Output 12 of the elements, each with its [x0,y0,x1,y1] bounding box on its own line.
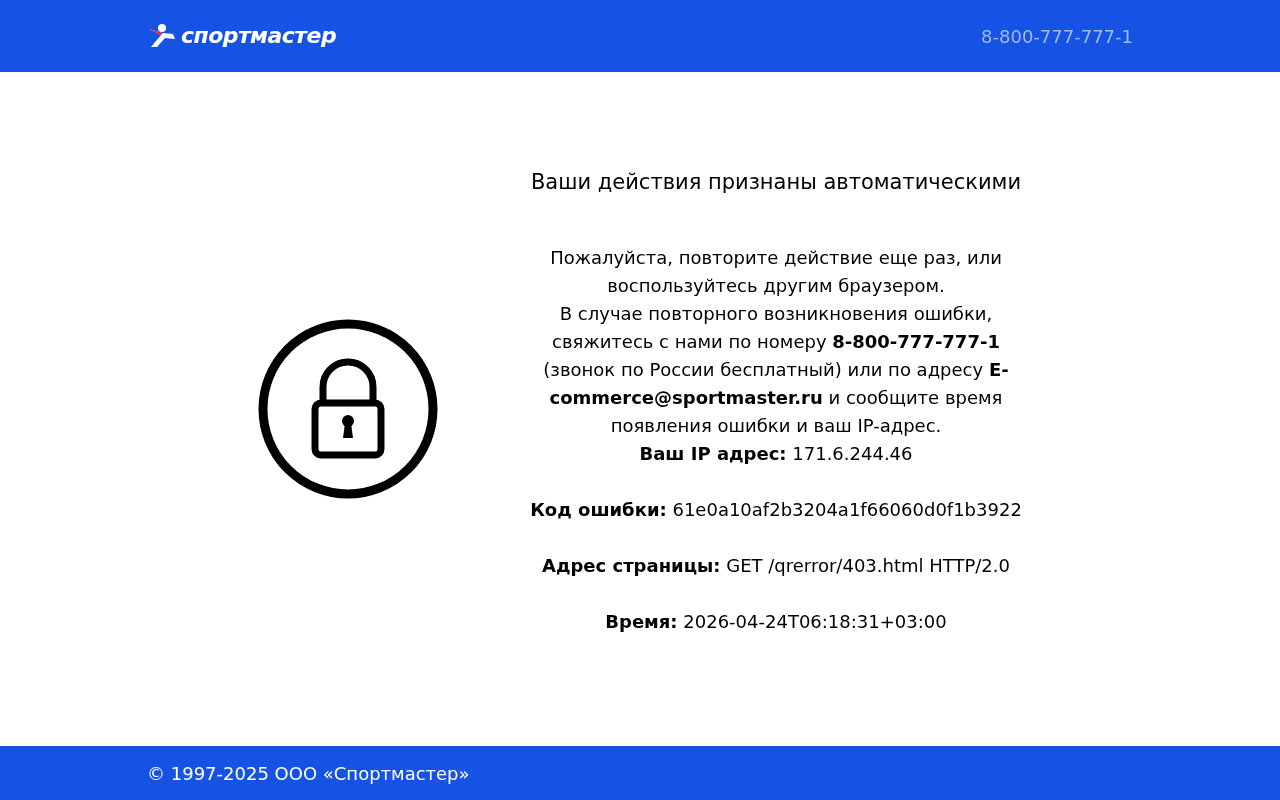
copyright-text: © 1997-2025 ООО «Спортмастер» [147,761,470,786]
page-title: Ваши действия признаны автоматическими [530,169,1022,196]
detail-line: Ваш IP адрес: 171.6.244.46 [639,442,913,466]
phone-number: 8-800-777-777-1 [981,24,1133,49]
lock-icon [258,319,438,499]
message-text: Пожалуйста, повторите действие еще раз, или воспользуйтесь другим браузером. [549,246,1003,298]
detail-line: Время: 2026-04-24T06:18:31+03:00 [605,610,947,634]
detail-line: Код ошибки: 61e0a10af2b3204a1f66060d0f1b3922 [530,498,1022,522]
message-text: В случае повторного возникновения ошибки, свяжитесь с нами по номеру 8-800-777-777-1 (звонок по России бесплатный) или по адресу E-commerce@sportmaster.ru и сообщите время появления ошибки и ваш IP-адрес. [542,302,1010,438]
runner-icon [147,23,177,49]
detail-line: Адрес страницы: GET /qrerror/403.html HTTP/2.0 [542,554,1010,578]
logo[interactable]: спортмастер [181,25,337,47]
